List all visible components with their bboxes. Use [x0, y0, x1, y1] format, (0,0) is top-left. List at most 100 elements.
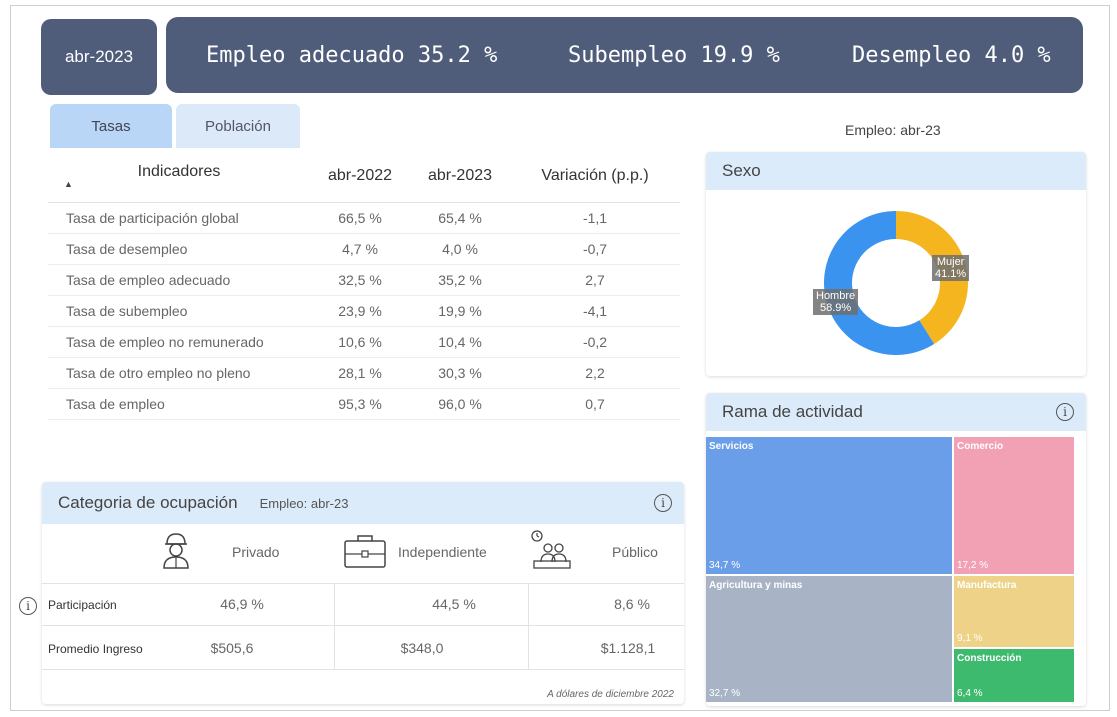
sexo-card-header: Sexo: [706, 152, 1086, 190]
categoria-card-header: Categoria de ocupación Empleo: abr-23 i: [42, 482, 684, 524]
treemap-servicios[interactable]: Servicios 34,7 %: [706, 437, 952, 574]
kpi-subempleo: Subempleo 19.9 %: [568, 43, 780, 68]
donut-label-hombre: Hombre 58.9%: [813, 289, 859, 315]
cell-value: 32,5 %: [310, 264, 410, 296]
cell-variation: -1,1: [510, 202, 680, 234]
categoria-title: Categoria de ocupación: [58, 493, 238, 512]
column-privado: Privado: [232, 544, 280, 560]
cell-value: 66,5 %: [310, 202, 410, 234]
donut-label-hombre-value: 58.9%: [819, 302, 852, 314]
header-indicadores[interactable]: Indicadores ▲: [48, 150, 310, 203]
cell-indicator: Tasa de empleo no remunerado: [48, 326, 310, 358]
cell-variation: -0,2: [510, 326, 680, 358]
row-label-promedio-ingreso: Promedio Ingreso: [48, 642, 143, 656]
tab-poblacion[interactable]: Población: [176, 104, 300, 148]
cell-value: 23,9 %: [310, 295, 410, 327]
treemap-servicios-value: 34,7 %: [709, 560, 741, 571]
sexo-card: Sexo Mujer 41.1% Hombre 58.9%: [706, 152, 1086, 376]
table-row: Tasa de empleo no remunerado 10,6 % 10,4…: [48, 326, 680, 358]
table-row: Tasa de participación global 66,5 % 65,4…: [48, 202, 680, 234]
kpi-empleo-adecuado: Empleo adecuado 35.2 %: [206, 43, 498, 68]
treemap-agricultura[interactable]: Agricultura y minas 32,7 %: [706, 576, 952, 702]
sexo-title: Sexo: [722, 161, 761, 180]
treemap-manufactura[interactable]: Manufactura 9,1 %: [954, 576, 1074, 647]
cell-value: 4,0 %: [410, 233, 510, 265]
cell-variation: 0,7: [510, 388, 680, 420]
treemap-manufactura-value: 9,1 %: [957, 633, 983, 644]
currency-footnote: A dólares de diciembre 2022: [547, 689, 674, 700]
kpi-desempleo: Desempleo 4.0 %: [852, 43, 1051, 68]
categoria-subtitle: Empleo: abr-23: [259, 495, 349, 511]
cell-indicator: Tasa de empleo adecuado: [48, 264, 310, 296]
categoria-card: Categoria de ocupación Empleo: abr-23 i …: [42, 482, 684, 704]
cell-variation: -0,7: [510, 233, 680, 265]
cell-value: 96,0 %: [410, 388, 510, 420]
header-variacion[interactable]: Variación (p.p.): [510, 150, 680, 203]
cell-indicator: Tasa de subempleo: [48, 295, 310, 327]
treemap-agricultura-name: Agricultura y minas: [709, 580, 803, 591]
column-divider: [334, 584, 335, 670]
period-selector[interactable]: abr-2023: [41, 19, 157, 95]
table-row: Tasa de empleo adecuado 32,5 % 35,2 % 2,…: [48, 264, 680, 296]
cell-value: 8,6 %: [614, 596, 650, 612]
sexo-donut-chart: [824, 211, 968, 355]
tab-tasas-label: Tasas: [91, 117, 131, 135]
cell-value: 95,3 %: [310, 388, 410, 420]
cell-indicator: Tasa de otro empleo no pleno: [48, 357, 310, 389]
cell-variation: 2,2: [510, 357, 680, 389]
cell-variation: -4,1: [510, 295, 680, 327]
table-row: Promedio Ingreso $505,6 $348,0 $1.128,1: [42, 628, 684, 670]
participacion-info-icon[interactable]: i: [19, 597, 37, 615]
cell-value: $1.128,1: [600, 640, 656, 656]
treemap-comercio[interactable]: Comercio 17,2 %: [954, 437, 1074, 574]
treemap-comercio-value: 17,2 %: [957, 560, 989, 571]
treemap-servicios-name: Servicios: [709, 441, 754, 452]
cell-value: 65,4 %: [410, 202, 510, 234]
table-row: Tasa de subempleo 23,9 % 19,9 % -4,1: [48, 295, 680, 327]
briefcase-icon: [344, 535, 386, 568]
cell-indicator: Tasa de empleo: [48, 388, 310, 420]
column-divider: [528, 584, 529, 670]
cell-value: 35,2 %: [410, 264, 510, 296]
donut-label-mujer-name: Mujer: [936, 256, 965, 268]
cell-indicator: Tasa de desempleo: [48, 233, 310, 265]
rama-title: Rama de actividad: [722, 402, 863, 421]
header-abr-2023[interactable]: abr-2023: [410, 150, 510, 203]
table-row: Tasa de otro empleo no pleno 28,1 % 30,3…: [48, 357, 680, 389]
cell-value: 10,4 %: [410, 326, 510, 358]
treemap-construccion-value: 6,4 %: [957, 688, 983, 699]
treemap-comercio-name: Comercio: [957, 441, 1004, 452]
cell-value: 10,6 %: [310, 326, 410, 358]
donut-label-mujer-value: 41.1%: [935, 268, 967, 280]
header-indicadores-label: Indicadores: [137, 162, 221, 180]
cell-value: 30,3 %: [410, 357, 510, 389]
table-header-row: Indicadores ▲ abr-2022 abr-2023 Variació…: [48, 150, 680, 203]
table-row: Tasa de desempleo 4,7 % 4,0 % -0,7: [48, 233, 680, 265]
treemap-agricultura-value: 32,7 %: [709, 688, 741, 699]
tab-tasas[interactable]: Tasas: [50, 104, 172, 148]
treemap-construccion-name: Construcción: [957, 653, 1022, 664]
rama-card-header: Rama de actividad i: [706, 393, 1086, 431]
categoria-info-icon[interactable]: i: [654, 494, 672, 512]
treemap-manufactura-name: Manufactura: [957, 580, 1017, 591]
cell-value: 19,9 %: [410, 295, 510, 327]
column-independiente: Independiente: [398, 544, 487, 560]
row-label-participacion: Participación: [48, 598, 117, 612]
header-abr-2022[interactable]: abr-2022: [310, 150, 410, 203]
cell-indicator: Tasa de participación global: [48, 202, 310, 234]
sort-ascending-icon[interactable]: ▲: [48, 179, 310, 189]
cell-variation: 2,7: [510, 264, 680, 296]
treemap-construccion[interactable]: Construcción 6,4 %: [954, 649, 1074, 702]
empleo-period-label: Empleo: abr-23: [845, 122, 941, 138]
cell-value: 44,5 %: [432, 596, 476, 612]
tab-poblacion-label: Población: [205, 117, 271, 135]
cell-value: $348,0: [400, 640, 444, 656]
donut-label-hombre-name: Hombre: [816, 290, 856, 302]
categoria-columns-row: Privado Independiente Público: [42, 524, 684, 584]
worker-helmet-icon: [163, 533, 189, 569]
rama-info-icon[interactable]: i: [1056, 403, 1074, 421]
cell-value: $505,6: [210, 640, 254, 656]
rama-card: Rama de actividad i Servicios 34,7 % Com…: [706, 393, 1086, 706]
cell-value: 28,1 %: [310, 357, 410, 389]
kpi-bar: Empleo adecuado 35.2 % Subempleo 19.9 % …: [166, 17, 1083, 93]
